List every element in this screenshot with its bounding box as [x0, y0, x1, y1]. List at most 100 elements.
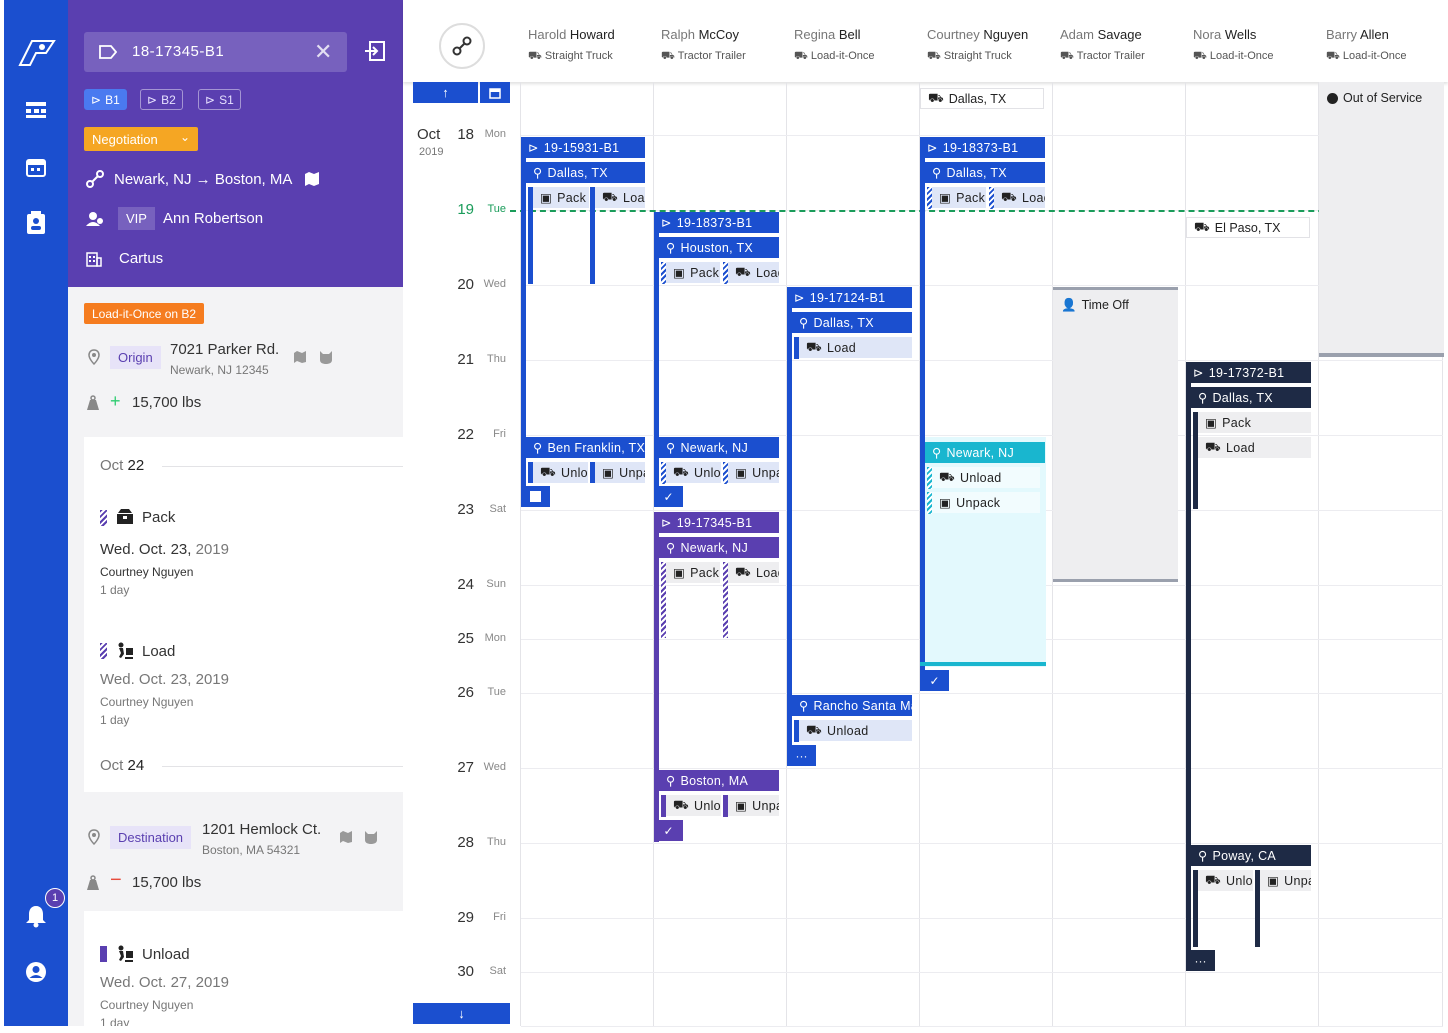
status-select[interactable]: Negotiation ⌄ — [84, 127, 198, 151]
pack-block[interactable]: ▣ Pack — [666, 262, 720, 283]
unload-block[interactable]: ⛟ Unlo — [666, 462, 721, 483]
location-block[interactable]: ⚲ Newark, NJ — [659, 437, 779, 458]
check-icon: ✓ — [663, 489, 674, 504]
location-block[interactable]: ⚲ Dallas, TX — [792, 312, 912, 333]
cat-icon[interactable] — [363, 829, 379, 845]
scroll-down-button[interactable]: ↓ — [413, 1003, 510, 1024]
contacts-icon[interactable] — [20, 207, 52, 239]
location-block[interactable]: ⚲ Houston, TX — [659, 237, 779, 258]
time-off-block[interactable]: 👤 Time Off — [1053, 287, 1178, 582]
checkbox-button[interactable] — [521, 486, 550, 507]
job-block[interactable]: ⊳ 19-15931-B1 — [521, 137, 645, 158]
pack-block[interactable]: ▣ Pack — [533, 187, 589, 208]
job-block[interactable]: ⊳ 19-18373-B1 — [920, 137, 1045, 158]
driver-header[interactable]: Courtney Nguyen ⛟ Straight Truck — [927, 27, 1028, 64]
unpack-block[interactable]: ▣Unpa — [1260, 870, 1311, 891]
tag-chip-s1[interactable]: ⊳ S1 — [198, 89, 241, 110]
plus-icon: + — [110, 391, 121, 411]
load-block[interactable]: ⛟Load — [1198, 437, 1311, 458]
location-pin-icon: ⚲ — [666, 541, 676, 555]
pack-title: Pack — [142, 509, 176, 526]
truck-icon: ⛟ — [927, 50, 941, 62]
driver-header[interactable]: Harold Howard ⛟ Straight Truck — [528, 27, 615, 64]
date-picker-button[interactable] — [480, 82, 510, 103]
load-block[interactable]: ⛟Load — [728, 262, 779, 283]
unload-block[interactable]: ⛟ Unlo — [666, 795, 721, 816]
unpack-block[interactable]: ▣Unpa — [595, 462, 645, 483]
load-block[interactable]: ⛟Load — [799, 337, 912, 358]
driver-header[interactable]: Adam Savage ⛟ Tractor Trailer — [1060, 27, 1145, 64]
unpack-block[interactable]: ▣ Unpack — [932, 492, 1040, 513]
location-block[interactable]: ⚲ Newark, NJ — [925, 442, 1045, 463]
tag-icon — [99, 45, 117, 59]
location-block[interactable]: ⛟ Dallas, TX — [920, 88, 1044, 109]
driver-header[interactable]: Nora Wells ⛟ Load-it-Once — [1193, 27, 1274, 64]
pack-block[interactable]: ▣ Pack — [1198, 412, 1311, 433]
dashboard-icon[interactable] — [20, 94, 52, 126]
calendar-icon[interactable] — [20, 151, 52, 183]
job-search-box[interactable]: 18-17345-B1 ✕ — [84, 32, 347, 72]
job-block[interactable]: ⊳ 19-17124-B1 — [787, 287, 912, 308]
check-button[interactable]: ✓ — [654, 486, 683, 507]
user-icon[interactable] — [20, 956, 52, 988]
scroll-up-button[interactable]: ↑ — [413, 82, 478, 103]
exit-icon[interactable] — [364, 40, 386, 67]
job-block[interactable]: ⊳ 19-17372-B1 — [1186, 362, 1311, 383]
location-block[interactable]: ⚲ Boston, MA — [659, 770, 779, 791]
out-of-service-block[interactable]: Out of Service — [1319, 82, 1444, 357]
driver-header[interactable]: Regina Bell ⛟ Load-it-Once — [794, 27, 875, 64]
truck-icon: ⛟ — [794, 50, 808, 62]
logo-icon[interactable] — [16, 36, 58, 68]
unpack-block[interactable]: ▣Unpa — [728, 462, 779, 483]
vip-badge: VIP — [118, 207, 155, 230]
cat-icon[interactable] — [318, 349, 334, 365]
date-header-oct24: Oct 24 — [100, 757, 145, 774]
location-block[interactable]: ⚲ Dallas, TX — [925, 162, 1045, 183]
row-divider — [521, 1026, 1443, 1027]
unload-block[interactable]: ⛟ Unload — [932, 467, 1040, 488]
destination-street: 1201 Hemlock Ct. — [202, 821, 322, 838]
load-block[interactable]: ⛟Load — [728, 562, 779, 583]
location-pin-icon: ⚲ — [533, 441, 543, 455]
location-block[interactable]: ⛟ El Paso, TX — [1186, 217, 1310, 238]
more-button[interactable]: ··· — [1186, 950, 1215, 971]
unload-dolly-icon — [118, 945, 133, 962]
more-button[interactable]: ··· — [787, 745, 816, 766]
location-block[interactable]: ⚲ Dallas, TX — [1191, 387, 1311, 408]
unpack-block[interactable]: ▣Unpa — [728, 795, 779, 816]
job-block[interactable]: ⊳ 19-17345-B1 — [654, 512, 779, 533]
location-block[interactable]: ⚲ Rancho Santa Ma — [792, 695, 912, 716]
tag-chip-b2[interactable]: ⊳ B2 — [140, 89, 183, 110]
load-block[interactable]: ⛟Load — [994, 187, 1045, 208]
map-icon[interactable] — [293, 350, 307, 364]
unload-block[interactable]: ⛟ Unload — [799, 720, 912, 741]
location-block[interactable]: ⚲ Newark, NJ — [659, 537, 779, 558]
clear-search-icon[interactable]: ✕ — [314, 39, 332, 65]
pack-block[interactable]: ▣ Pack — [666, 562, 720, 583]
location-block[interactable]: ⚲ Poway, CA — [1191, 845, 1311, 866]
check-button[interactable]: ✓ — [654, 820, 683, 841]
job-block[interactable]: ⊳ 19-18373-B1 — [654, 212, 779, 233]
vehicle-label: ⛟ Straight Truck — [528, 50, 613, 62]
pack-block[interactable]: ▣ Pack — [932, 187, 986, 208]
map-icon[interactable] — [304, 171, 320, 187]
pack-duration: 1 day — [100, 583, 130, 597]
route-view-toggle[interactable] — [439, 23, 485, 69]
origin-city: Newark, NJ 12345 — [170, 363, 269, 377]
map-icon[interactable] — [339, 830, 353, 844]
unpack-box-icon: ▣ — [1267, 874, 1280, 888]
unload-block[interactable]: ⛟ Unlo — [1198, 870, 1253, 891]
unload-block[interactable]: ⛟ Unlo — [533, 462, 588, 483]
driver-header[interactable]: Ralph McCoy ⛟ Tractor Trailer — [661, 27, 746, 64]
job-search-input[interactable]: 18-17345-B1 — [132, 43, 224, 60]
driver-header[interactable]: Barry Allen ⛟ Load-it-Once — [1326, 27, 1407, 64]
tag-chip-b1[interactable]: ⊳ B1 — [84, 89, 127, 110]
unload-person: Courtney Nguyen — [100, 998, 194, 1012]
load-dolly-icon — [118, 642, 133, 659]
check-button[interactable]: ✓ — [920, 670, 949, 691]
empty-checkbox-icon — [530, 491, 541, 502]
vehicle-label: ⛟ Straight Truck — [927, 50, 1012, 62]
location-block[interactable]: ⚲ Ben Franklin, TX — [526, 437, 645, 458]
load-block[interactable]: ⛟Load — [595, 187, 645, 208]
location-block[interactable]: ⚲ Dallas, TX — [526, 162, 645, 183]
